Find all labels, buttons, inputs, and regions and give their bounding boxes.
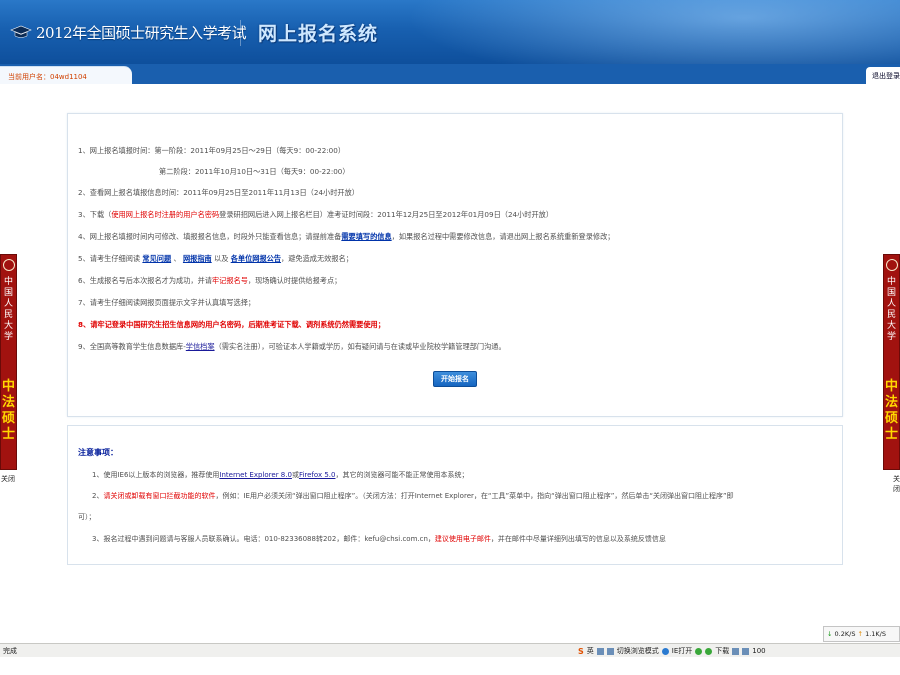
info-line-3: 3、下载（使用网上报名时注册的用户名密码登录研招网后进入网上报名栏目）准考证时间…: [78, 210, 553, 220]
note-2-highlight: 请关闭或卸载有窗口拦截功能的软件: [103, 492, 216, 500]
zoom-level[interactable]: 100: [752, 647, 765, 655]
system-title: 网上报名系统: [258, 23, 379, 45]
ime-language[interactable]: 英: [587, 646, 594, 656]
note-line-2-cont: 可）；: [78, 513, 96, 521]
info-line-5-sep: 以及: [214, 254, 229, 263]
tray-tool-icon[interactable]: [596, 647, 604, 655]
right-ad-ribbon[interactable]: 中国人民大学 中法硕士: [883, 254, 900, 470]
note-3-prefix: 3、报名过程中遇到问题请与客服人员联系确认。电话：010-82336088转20…: [92, 535, 435, 543]
note-3-suffix: ，并在邮件中尽量详细列出填写的信息以及系统反馈信息: [490, 535, 666, 543]
note-line-2: 2、请关闭或卸载有窗口拦截功能的软件，例如：IE用户必须关闭“弹出窗口阻止程序”…: [92, 491, 734, 501]
ie8-link[interactable]: Internet Explorer 8.0: [219, 471, 292, 479]
current-user-tab: 当前用户名：04wd1104: [0, 66, 132, 84]
info-line-4-prefix: 4、网上报名填报时间内可修改、填报报名信息，时段外只能查看信息；请提前准备: [78, 232, 342, 241]
info-line-5: 5、请考生仔细阅读 常见问题 、 网报指南 以及 各单位网报公告，避免造成无效报…: [78, 254, 353, 264]
info-line-7: 7、请考生仔细阅读网报页面提示文字并认真填写选择；: [78, 298, 256, 307]
start-registration-button[interactable]: 开始报名: [433, 371, 477, 387]
info-line-1b: 第二阶段：2011年10月10日～31日（每天9：00-22:00）: [159, 167, 350, 176]
info-line-5-sep: 、: [173, 254, 181, 263]
info-line-9-prefix: 9、全国高等教育学生信息数据库-: [78, 342, 186, 351]
info-line-3-prefix: 3、下载（: [78, 210, 112, 219]
header-divider: [240, 20, 241, 46]
info-line-6-prefix: 6、生成报名号后本次报名才为成功，并请: [78, 276, 212, 285]
download-button[interactable]: 下载: [715, 646, 729, 656]
faq-link[interactable]: 常见问题: [142, 254, 171, 263]
note-2-suffix: ，例如：IE用户必须关闭“弹出窗口阻止程序”。（关闭方法：打开Internet …: [215, 492, 734, 500]
ie-open-button[interactable]: IE打开: [672, 646, 693, 656]
info-line-9-suffix: （需实名注册），可验证本人学籍或学历，如有疑问请与在读或毕业院校学籍管理部门沟通…: [214, 342, 506, 351]
ribbon-university: 中国人民大学: [887, 277, 897, 342]
notes-panel: 注意事项： 1、使用IE6以上版本的浏览器，推荐使用Internet Explo…: [67, 425, 843, 565]
ribbon-university: 中国人民大学: [4, 277, 14, 342]
download-speed: 0.2K/S: [834, 630, 856, 638]
registration-info-panel: 1、网上报名填报时间：第一阶段：2011年09月25日～29日（每天9：00-2…: [67, 113, 843, 417]
note-line-3: 3、报名过程中遇到问题请与客服人员联系确认。电话：010-82336088转20…: [92, 534, 666, 544]
sogou-ime-icon[interactable]: S: [578, 647, 584, 656]
university-seal-icon: [3, 259, 15, 271]
info-line-9: 9、全国高等教育学生信息数据库-学信档案（需实名注册），可验证本人学籍或学历，如…: [78, 342, 506, 352]
status-tray: S 英 切换浏览模式 IE打开 下载 100: [578, 645, 766, 657]
user-bar: 当前用户名：04wd1104 退出登录: [0, 64, 900, 84]
ribbon-program: 中法硕士: [2, 379, 16, 442]
tray-tool-icon[interactable]: [606, 647, 614, 655]
right-ad-close[interactable]: 关闭: [893, 474, 900, 494]
bottom-margin: [0, 657, 900, 675]
university-seal-icon: [886, 259, 898, 271]
note-2-prefix: 2、: [92, 492, 104, 500]
registration-guide-link[interactable]: 网报指南: [183, 254, 212, 263]
status-text: 完成: [3, 647, 17, 655]
info-line-3-highlight: 使用网上报名时注册的用户名密码: [111, 210, 220, 219]
left-ad-ribbon[interactable]: 中国人民大学 中法硕士: [0, 254, 17, 470]
ie-icon: [661, 647, 669, 655]
note-1-suffix: ，其它的浏览器可能不能正常使用本系统；: [335, 471, 469, 479]
download-icon: [705, 647, 713, 655]
browser-status-bar: 完成 S 英 切换浏览模式 IE打开 下载 100: [0, 643, 900, 657]
info-line-8: 8、请牢记登录中国研究生招生信息网的用户名密码，后期准考证下载、调剂系统仍然需要…: [78, 320, 385, 329]
logout-button[interactable]: 退出登录: [866, 67, 900, 84]
note-1-or: 或: [291, 471, 299, 479]
info-line-3-suffix: 登录研招网后进入网上报名栏目）准考证时间段：2011年12月25日至2012年0…: [219, 210, 554, 219]
firefox-link[interactable]: Firefox 5.0: [299, 471, 336, 479]
switch-mode-button[interactable]: 切换浏览模式: [617, 646, 659, 656]
note-1-prefix: 1、使用IE6以上版本的浏览器，推荐使用: [92, 471, 220, 479]
note-3-highlight: 建议使用电子邮件: [434, 535, 491, 543]
info-line-6-suffix: ，现场确认时提供给报考点；: [247, 276, 342, 285]
upload-arrow-icon: ↑: [857, 630, 863, 638]
info-line-5-prefix: 5、请考生仔细阅读: [78, 254, 141, 263]
download-arrow-icon: ↓: [827, 630, 833, 638]
zoom-icon: [742, 647, 750, 655]
network-speed-widget[interactable]: ↓ 0.2K/S ↑ 1.1K/S: [823, 626, 900, 642]
info-line-4: 4、网上报名填报时间内可修改、填报报名信息，时段外只能查看信息；请提前准备需要填…: [78, 232, 614, 242]
ribbon-program: 中法硕士: [885, 379, 899, 442]
info-line-2: 2、查看网上报名填报信息时间：2011年09月25日至2011年11月13日（2…: [78, 188, 359, 197]
info-line-5-suffix: ，避免造成无效报名；: [281, 254, 353, 263]
toggle-icon[interactable]: [695, 647, 703, 655]
left-ad-close[interactable]: 关闭: [1, 474, 15, 484]
unit-announcements-link[interactable]: 各单位网报公告: [231, 254, 281, 263]
note-line-1: 1、使用IE6以上版本的浏览器，推荐使用Internet Explorer 8.…: [92, 470, 468, 480]
xuexin-archive-link[interactable]: 学信档案: [186, 342, 215, 351]
required-info-link[interactable]: 需要填写的信息: [341, 232, 391, 241]
info-line-6-highlight: 牢记报名号: [211, 276, 248, 285]
current-user-label: 当前用户名：04wd1104: [8, 73, 87, 81]
tray-tool-icon[interactable]: [732, 647, 740, 655]
upload-speed: 1.1K/S: [865, 630, 886, 638]
notes-title: 注意事项：: [78, 448, 118, 457]
exam-title: 2012年全国硕士研究生入学考试: [36, 24, 247, 42]
graduation-cap-icon: [10, 25, 32, 38]
banner-glow: [380, 0, 900, 64]
info-line-1: 1、网上报名填报时间：第一阶段：2011年09月25日～29日（每天9：00-2…: [78, 146, 346, 155]
info-line-6: 6、生成报名号后本次报名才为成功，并请牢记报名号，现场确认时提供给报考点；: [78, 276, 341, 286]
header-banner: 2012年全国硕士研究生入学考试 网上报名系统: [0, 0, 900, 64]
info-line-4-suffix: ，如果报名过程中需要修改信息，请退出网上报名系统重新登录修改；: [391, 232, 615, 241]
